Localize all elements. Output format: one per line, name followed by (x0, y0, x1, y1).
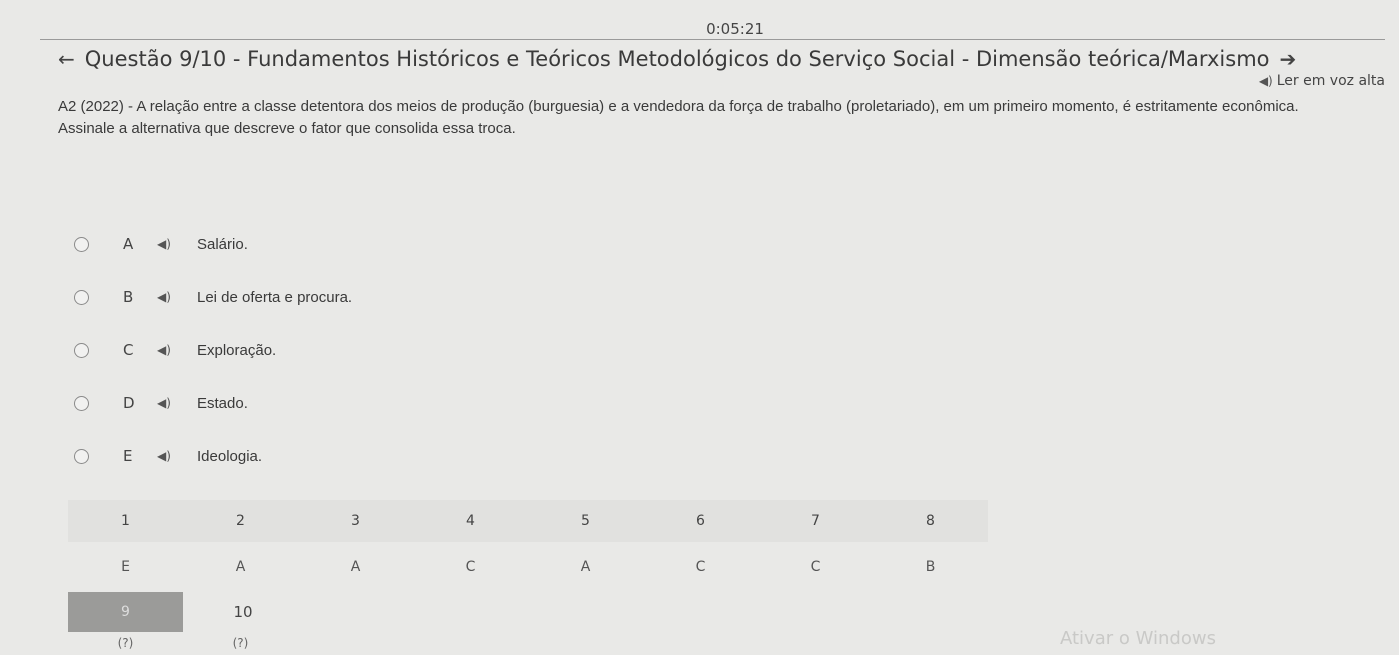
answer-cell: A (350, 559, 361, 575)
question-number-cell[interactable]: 2 (183, 500, 298, 542)
radio-a[interactable] (74, 236, 89, 252)
answer-cell: B (925, 559, 936, 575)
answer-cell: C (465, 559, 476, 575)
radio-c[interactable] (74, 342, 89, 358)
speaker-icon[interactable]: ◀) (157, 449, 197, 463)
radio-b[interactable] (74, 289, 89, 305)
question-number-row: 9 10 (68, 592, 988, 632)
question-number-cell-current[interactable]: 9 (68, 592, 183, 632)
radio-d[interactable] (74, 395, 89, 411)
timer: 0:05:21 (706, 20, 764, 38)
answer-cell: C (695, 559, 706, 575)
question-number-cell[interactable]: 10 (183, 592, 303, 632)
answer-row: E A A C A C C B (68, 542, 988, 592)
question-number-cell[interactable]: 7 (758, 500, 873, 542)
option-text: Estado. (197, 394, 248, 412)
option-text: Ideologia. (197, 447, 263, 465)
arrow-right-icon[interactable]: ➔ (1280, 47, 1297, 71)
option-letter: B (123, 288, 134, 306)
option-letter: E (123, 447, 133, 465)
question-number-cell[interactable]: 4 (413, 500, 528, 542)
answer-grid: 1 2 3 4 5 6 7 8 E A A C A C C B 9 10 (?)… (68, 500, 988, 654)
option-d[interactable]: D ◀) Estado. (66, 381, 386, 425)
arrow-left-icon[interactable]: ← (58, 47, 75, 71)
speaker-icon: ◀) (1258, 74, 1273, 88)
question-number-cell[interactable]: 1 (68, 500, 183, 542)
question-number-row: 1 2 3 4 5 6 7 8 (68, 500, 988, 542)
answer-cell: A (235, 559, 246, 575)
answer-cell: (?) (232, 636, 249, 650)
question-number-cell[interactable]: 8 (873, 500, 988, 542)
options-list: A ◀) Salário. B ◀) Lei de oferta e procu… (66, 222, 386, 487)
radio-e[interactable] (74, 448, 89, 464)
answer-cell: A (580, 559, 591, 575)
windows-activation-watermark: Ativar o Windows (1060, 628, 1216, 649)
speaker-icon[interactable]: ◀) (157, 290, 197, 304)
speaker-icon[interactable]: ◀) (157, 343, 197, 357)
option-b[interactable]: B ◀) Lei de oferta e procura. (66, 275, 386, 319)
answer-cell: (?) (117, 636, 134, 650)
option-letter: D (123, 394, 135, 412)
speaker-icon[interactable]: ◀) (157, 396, 197, 410)
question-text: A2 (2022) - A relação entre a classe det… (58, 98, 1299, 137)
answer-cell: C (810, 559, 821, 575)
question-header: ← Questão 9/10 - Fundamentos Históricos … (58, 44, 1296, 74)
option-text: Lei de oferta e procura. (197, 288, 353, 306)
speaker-icon[interactable]: ◀) (157, 237, 197, 251)
read-aloud-label: Ler em voz alta (1276, 73, 1385, 89)
question-number-cell[interactable]: 5 (528, 500, 643, 542)
option-letter: A (123, 235, 134, 253)
option-c[interactable]: C ◀) Exploração. (66, 328, 386, 372)
option-text: Salário. (197, 235, 248, 253)
option-a[interactable]: A ◀) Salário. (66, 222, 386, 266)
top-divider (40, 39, 1385, 40)
question-number-cell[interactable]: 6 (643, 500, 758, 542)
option-text: Exploração. (197, 341, 277, 359)
answer-cell: E (121, 559, 130, 575)
answer-row: (?) (?) (68, 632, 988, 654)
question-title: Questão 9/10 - Fundamentos Históricos e … (84, 47, 1270, 71)
question-number-cell[interactable]: 3 (298, 500, 413, 542)
option-letter: C (123, 341, 134, 359)
option-e[interactable]: E ◀) Ideologia. (66, 434, 386, 478)
read-aloud-button[interactable]: ◀) Ler em voz alta (1259, 73, 1385, 89)
